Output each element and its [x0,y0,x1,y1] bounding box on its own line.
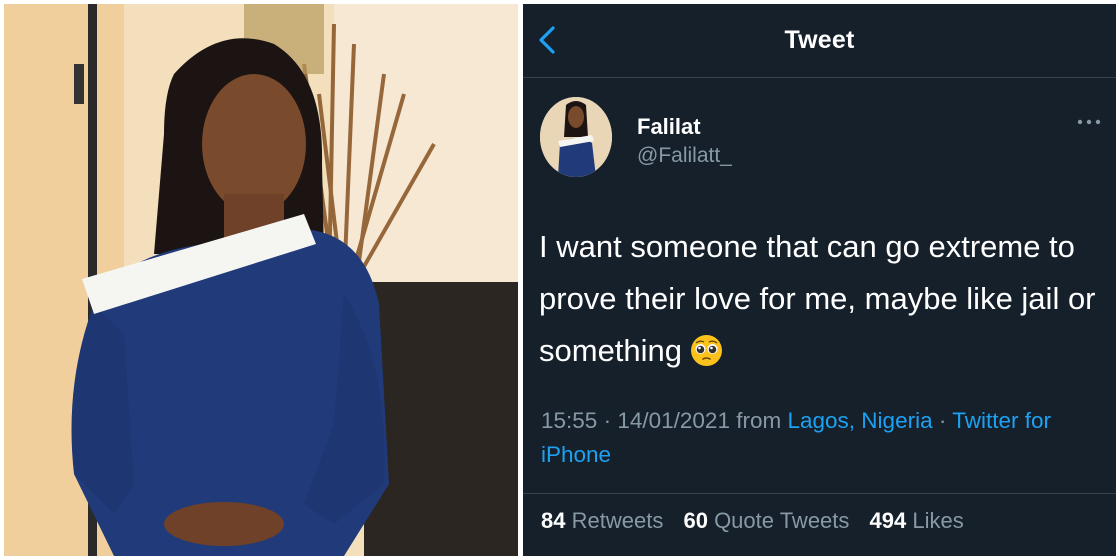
quote-tweets-stat[interactable]: 60 Quote Tweets [683,508,849,533]
avatar[interactable] [540,97,612,177]
meta-separator-2: · [938,408,947,433]
divider [523,493,1116,494]
retweets-count: 84 [541,508,566,533]
more-dots-icon[interactable] [1074,114,1104,134]
more-options-icon [1077,119,1101,125]
likes-stat[interactable]: 494 Likes [870,508,964,533]
tweet-date: 14/01/2021 [617,408,730,433]
tweet-body: I want someone that can go extreme to pr… [539,221,1109,377]
likes-label: Likes [912,508,964,533]
tweet-text: I want someone that can go extreme to pr… [539,229,1096,368]
tweet-meta: 15:55 · 14/01/2021 from Lagos, Nigeria ·… [541,404,1101,472]
page-title: Tweet [784,26,855,54]
likes-count: 494 [869,508,907,533]
tweet-header: Tweet [523,4,1116,78]
location-link[interactable]: Lagos, Nigeria [788,408,933,433]
retweets-label: Retweets [571,508,664,533]
profile-photo [4,4,518,556]
quotes-count: 60 [683,508,708,533]
author-name[interactable]: Falilat [637,114,701,140]
author-handle[interactable]: @Falilatt_ [637,144,732,168]
emoji-image [691,335,723,366]
from-label: from [736,408,782,433]
tweet-panel: Tweet Falilat @Falilatt_ I want someone … [523,4,1116,556]
meta-separator: · [603,408,612,433]
avatar-image [540,97,612,177]
tweet-time: 15:55 [541,408,598,433]
retweets-stat[interactable]: 84 Retweets [541,508,663,533]
quotes-label: Quote Tweets [714,508,850,533]
pleading-face-emoji-icon [690,331,723,366]
photo-illustration [4,4,518,556]
tweet-stats: 84 Retweets 60 Quote Tweets 494 Likes [541,508,978,534]
